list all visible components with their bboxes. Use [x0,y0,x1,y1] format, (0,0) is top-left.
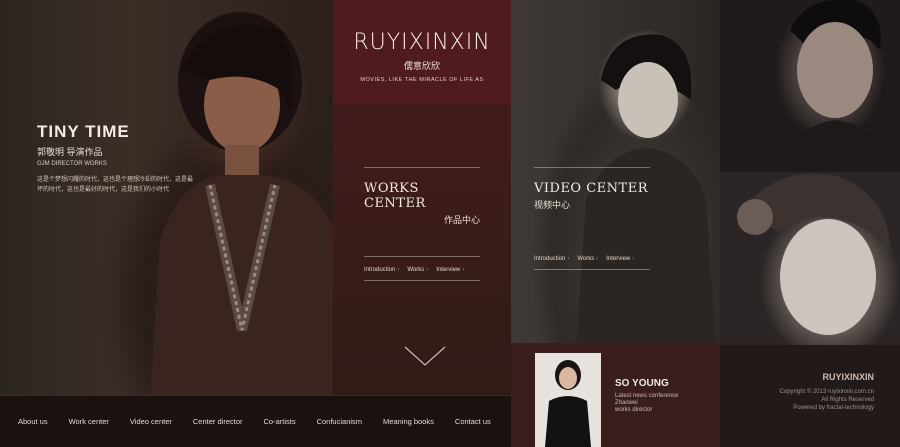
chevron-right-icon: › [426,267,429,273]
so-young-thumbnail [535,353,601,447]
nav-item-about-us[interactable]: About us [18,417,48,426]
brand-tagline: MOVIES, LIKE THE MIRACLE OF LIFE AS [360,77,484,83]
chevron-down-icon[interactable] [403,345,447,367]
works-center-title[interactable]: WORKS CENTER [364,181,480,211]
footer-brand-block: RUYIXINXIN Copyright © 2013 ruyixinxin.c… [720,345,900,447]
works-center-title-cn: 作品中心 [443,215,480,225]
so-young-card[interactable]: SO YOUNG Latest news conference Zhaowei … [511,343,720,447]
works-center-section: WORKS CENTER 作品中心 Introduction › Works › I… [364,167,480,281]
works-link-interview[interactable]: Interview › [436,267,464,273]
chevron-right-icon: › [596,256,599,262]
hero-subtitle-cn: 郭敬明 导演作品 [37,147,103,157]
divider [364,280,480,281]
video-center-title-cn: 视频中心 [534,200,571,210]
chevron-right-icon: › [397,267,400,273]
nav-item-contact-us[interactable]: Contact us [455,417,491,426]
hero-panel[interactable]: TINY TIME 郭敬明 导演作品 GJM DIRECTOR WORKS 这是… [0,0,333,395]
brand-block: RUYIXINXIN 儒意欣欣 MOVIES, LIKE THE MIRACLE… [333,0,511,103]
hero-title: TINY TIME [37,122,130,141]
nav-item-video-center[interactable]: Video center [130,417,172,426]
nav-item-confucianism[interactable]: Confucianism [317,417,362,426]
female-portrait-image [737,173,890,335]
artist-portrait-male[interactable] [720,0,900,172]
video-link-works[interactable]: Works › [577,256,598,262]
artist-portrait-female[interactable] [720,172,900,345]
video-center-links: Introduction › Works › Interview › [534,256,650,269]
nav-item-work-center[interactable]: Work center [69,417,109,426]
footer-nav: About us Work center Video center Center… [0,395,511,447]
video-link-interview[interactable]: Interview › [606,256,634,262]
footer-copyright: Copyright © 2013 ruyixinxin.com.cn All R… [779,389,874,411]
chevron-right-icon: › [632,256,635,262]
divider [534,269,650,270]
brand-cn-name: 儒意欣欣 [403,61,440,71]
video-center-panel[interactable]: VIDEO CENTER 视频中心 Introduction › Works › I… [511,0,720,343]
hero-portrait-image [150,12,333,395]
male-portrait-image [775,0,895,172]
hero-subtitle-en: GJM DIRECTOR WORKS [37,161,107,167]
video-center-section: VIDEO CENTER 视频中心 Introduction › Works › I… [534,167,650,270]
nav-item-co-artists[interactable]: Co-artists [264,417,296,426]
nav-item-meaning-books[interactable]: Meaning books [383,417,434,426]
divider [364,256,480,257]
works-center-panel: RUYIXINXIN 儒意欣欣 MOVIES, LIKE THE MIRACLE… [333,0,511,395]
so-young-meta: Latest news conference Zhaowei works dir… [615,393,679,413]
works-center-links: Introduction › Works › Interview › [364,267,480,280]
chevron-right-icon: › [567,256,570,262]
so-young-title: SO YOUNG [615,378,669,389]
works-link-works[interactable]: Works › [407,267,428,273]
divider [534,167,650,168]
nav-item-center-director[interactable]: Center director [193,417,243,426]
brand-logo[interactable]: RUYIXINXIN [333,30,511,55]
video-center-title[interactable]: VIDEO CENTER [534,181,650,196]
chevron-right-icon: › [462,267,465,273]
footer-brand-name: RUYIXINXIN [822,372,874,382]
divider [364,167,480,168]
video-link-introduction[interactable]: Introduction › [534,256,569,262]
hero-description: 这是个梦想闪耀的时代，这也是个理想冷却的时代，这是最坏的时代，这也是最好的时代，… [37,177,194,193]
works-link-introduction[interactable]: Introduction › [364,267,399,273]
